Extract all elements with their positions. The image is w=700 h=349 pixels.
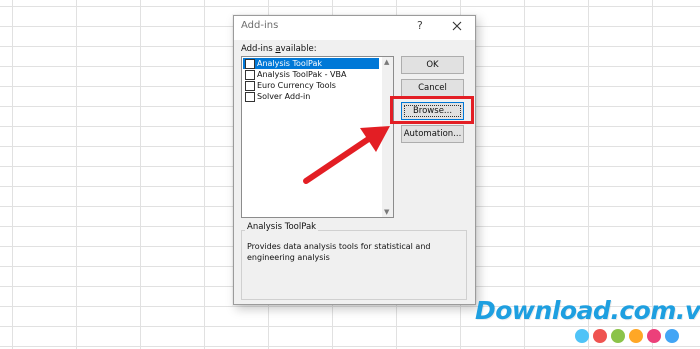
ok-button[interactable]: OK: [401, 56, 464, 74]
description-group: Analysis ToolPak Provides data analysis …: [241, 222, 467, 300]
list-item-label: Analysis ToolPak: [257, 59, 323, 68]
dialog-title: Add-ins: [241, 20, 279, 31]
watermark-dots: [575, 329, 679, 343]
list-item-label: Solver Add-in: [257, 92, 311, 101]
dialog-titlebar: Add-ins ?: [234, 16, 475, 40]
list-item-analysis-toolpak-vba[interactable]: Analysis ToolPak - VBA: [243, 69, 379, 80]
automation-button[interactable]: Automation...: [401, 125, 464, 143]
watermark-dot: [629, 329, 643, 343]
help-button[interactable]: ?: [417, 19, 423, 32]
cancel-button[interactable]: Cancel: [401, 79, 464, 97]
add-ins-available-label: Add-ins available:: [241, 44, 317, 54]
scroll-up-icon[interactable]: ▲: [384, 58, 389, 66]
description-title: Analysis ToolPak: [245, 222, 319, 232]
watermark-dot: [575, 329, 589, 343]
list-item-euro-currency-tools[interactable]: Euro Currency Tools: [243, 80, 379, 91]
description-text: Provides data analysis tools for statist…: [247, 242, 431, 262]
watermark-dot: [665, 329, 679, 343]
watermark-dot: [593, 329, 607, 343]
checkbox[interactable]: [245, 81, 255, 91]
checkbox[interactable]: [245, 70, 255, 80]
list-item-analysis-toolpak[interactable]: Analysis ToolPak: [243, 58, 379, 69]
close-icon[interactable]: [450, 19, 464, 33]
list-item-label: Euro Currency Tools: [257, 81, 336, 90]
watermark-text: Download.com.vn: [475, 296, 700, 325]
checkbox[interactable]: [245, 59, 255, 69]
pointer-arrow-icon: [303, 126, 390, 184]
watermark-dot: [647, 329, 661, 343]
watermark-dot: [611, 329, 625, 343]
scroll-down-icon[interactable]: ▼: [384, 208, 389, 216]
list-item-solver-add-in[interactable]: Solver Add-in: [243, 91, 379, 102]
list-item-label: Analysis ToolPak - VBA: [257, 70, 347, 79]
checkbox[interactable]: [245, 92, 255, 102]
watermark-logo: Download.com.vn: [475, 296, 700, 348]
